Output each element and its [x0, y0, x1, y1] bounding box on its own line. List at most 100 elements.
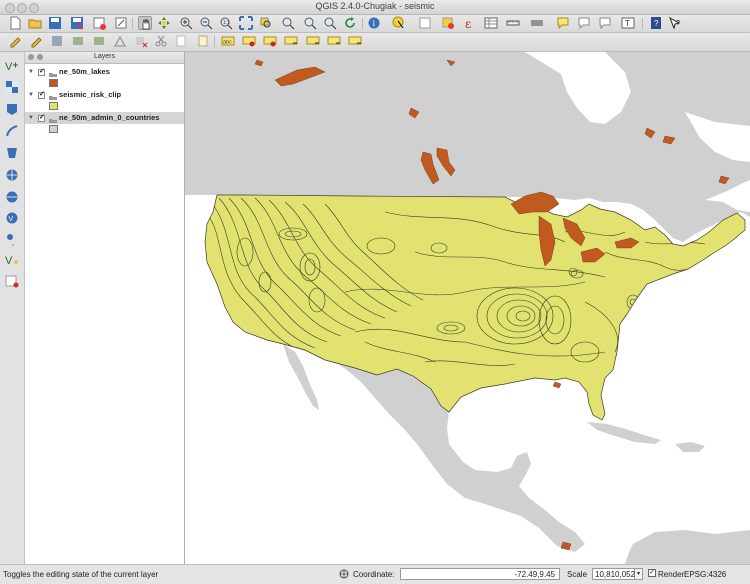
toolbar-separator [214, 36, 215, 47]
current-edits-icon[interactable] [8, 34, 22, 48]
add-wfs-layer-icon[interactable]: V [5, 211, 19, 225]
svg-text:V: V [5, 255, 13, 267]
status-bar: Toggles the editing state of the current… [0, 564, 750, 584]
cut-features-icon[interactable] [154, 34, 168, 48]
new-project-icon[interactable] [8, 16, 22, 30]
legend-row [25, 124, 184, 135]
statistics-icon[interactable] [530, 16, 544, 30]
legend-row [25, 101, 184, 112]
svg-text:1:1: 1:1 [223, 20, 230, 26]
svg-text:V: V [5, 61, 13, 73]
new-shapefile-icon[interactable]: V [5, 253, 19, 267]
coordinate-toggle-icon[interactable] [339, 569, 349, 579]
copy-features-icon[interactable] [174, 34, 188, 48]
expand-arrow-icon[interactable]: ▼ [28, 89, 34, 101]
edit-toolbar: abc [0, 33, 750, 52]
zoom-next-icon[interactable] [323, 16, 337, 30]
new-print-composer-icon[interactable] [92, 16, 106, 30]
add-delimited-text-icon[interactable]: , [5, 232, 19, 246]
label-change-icon[interactable] [327, 34, 341, 48]
remove-layer-icon[interactable] [5, 274, 19, 288]
toolbar-separator [642, 18, 643, 29]
delete-selected-icon[interactable] [134, 34, 148, 48]
identify-icon[interactable]: i [367, 16, 381, 30]
field-calculator-icon[interactable]: ε [463, 16, 477, 30]
attribute-table-icon[interactable] [484, 16, 498, 30]
svg-text:ε: ε [465, 17, 471, 30]
label-pin-icon[interactable] [242, 34, 256, 48]
add-vector-layer-icon[interactable]: V [5, 59, 19, 73]
save-project-icon[interactable] [48, 16, 62, 30]
layers-panel: Layers ▼ ne_50m_lakes ▼ seismic_risk_clip ▼ n… [25, 52, 185, 564]
layer-labeling-icon[interactable]: abc [221, 34, 235, 48]
label-icon[interactable]: T [621, 16, 635, 30]
add-feature-icon[interactable] [71, 34, 85, 48]
add-postgis-layer-icon[interactable] [5, 102, 19, 116]
layer-visibility-checkbox[interactable] [38, 89, 45, 101]
zoom-out-icon[interactable] [199, 16, 213, 30]
node-tool-icon[interactable] [113, 34, 127, 48]
render-checkbox[interactable]: ✓ [648, 569, 656, 577]
zoom-last-icon[interactable] [303, 16, 317, 30]
scale-combobox[interactable]: 10,810,052 [592, 568, 635, 580]
toolbar-separator [132, 18, 133, 29]
help-icon[interactable]: ? [649, 16, 663, 30]
crs-status[interactable]: EPSG:4326 [684, 570, 726, 579]
vector-layer-icon [49, 69, 57, 77]
svg-text:T: T [625, 19, 630, 28]
composer-manager-icon[interactable] [114, 16, 128, 30]
deselect-icon[interactable] [418, 16, 432, 30]
add-raster-layer-icon[interactable] [5, 80, 19, 94]
expand-arrow-icon[interactable]: ▼ [28, 66, 34, 78]
pan-icon[interactable] [138, 16, 152, 30]
move-feature-icon[interactable] [92, 34, 106, 48]
layer-row[interactable]: ▼ ne_50m_admin_0_countries [25, 112, 184, 124]
add-mssql-layer-icon[interactable] [5, 146, 19, 160]
scale-dropdown-arrow-icon[interactable]: ▾ [635, 568, 643, 580]
text-annotation-icon[interactable] [598, 16, 612, 30]
zoom-in-icon[interactable] [179, 16, 193, 30]
zoom-actual-icon[interactable]: 1:1 [219, 16, 233, 30]
measure-icon[interactable] [506, 16, 520, 30]
layer-visibility-checkbox[interactable] [38, 112, 45, 124]
save-as-icon[interactable] [70, 16, 84, 30]
paste-features-icon[interactable] [196, 34, 210, 48]
layer-row[interactable]: ▼ ne_50m_lakes [25, 66, 184, 78]
render-label: Render [658, 570, 685, 579]
add-spatialite-layer-icon[interactable] [5, 124, 19, 138]
expression-select-icon[interactable] [441, 16, 455, 30]
window-title: QGIS 2.4.0-Chugiak - seismic [315, 1, 435, 11]
legend-swatch [49, 125, 58, 133]
label-move-icon[interactable] [284, 34, 298, 48]
layer-row[interactable]: ▼ seismic_risk_clip [25, 89, 184, 101]
land-hispaniola [675, 442, 705, 452]
map-svg[interactable] [185, 52, 750, 564]
add-layers-toolbar: V V , V [0, 52, 25, 564]
zoom-full-icon[interactable] [239, 16, 253, 30]
label-show-hide-icon[interactable] [263, 34, 277, 48]
open-project-icon[interactable] [28, 16, 42, 30]
toolbar-separator [362, 18, 363, 29]
pan-to-selection-icon[interactable] [157, 16, 171, 30]
map-canvas[interactable] [185, 52, 750, 564]
layer-name: ne_50m_admin_0_countries [59, 113, 160, 122]
add-wms-layer-icon[interactable] [5, 168, 19, 182]
coordinate-field[interactable]: -72.49,9.45 [400, 568, 560, 580]
select-icon[interactable] [392, 16, 406, 30]
legend-row [25, 78, 184, 89]
zoom-to-layer-icon[interactable] [281, 16, 295, 30]
save-edits-icon[interactable] [50, 34, 64, 48]
legend-swatch [49, 79, 58, 87]
whats-this-icon[interactable]: ? [668, 16, 682, 30]
toggle-editing-icon[interactable] [29, 34, 43, 48]
label-properties-icon[interactable] [348, 34, 362, 48]
svg-text:?: ? [676, 20, 680, 27]
zoom-to-selection-icon[interactable] [259, 16, 273, 30]
expand-arrow-icon[interactable]: ▼ [28, 112, 34, 124]
annotation-icon[interactable] [556, 16, 570, 30]
layer-visibility-checkbox[interactable] [38, 66, 45, 78]
add-wcs-layer-icon[interactable] [5, 190, 19, 204]
label-rotate-icon[interactable] [306, 34, 320, 48]
tips-icon[interactable] [577, 16, 591, 30]
refresh-icon[interactable] [343, 16, 357, 30]
